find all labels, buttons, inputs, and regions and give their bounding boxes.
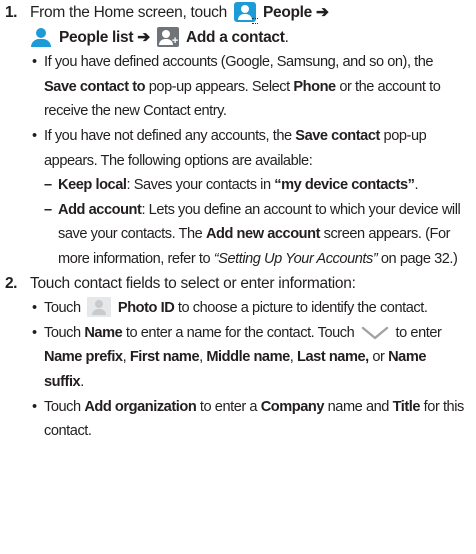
- option-keep-local: – Keep local: Saves your contacts in “my…: [44, 177, 419, 194]
- step-number: 2.: [5, 274, 18, 292]
- step-2-instruction: Touch contact fields to select or enter …: [30, 274, 356, 292]
- step-2: 2. Touch contact fields to select or ent…: [0, 272, 476, 444]
- step-1-instruction: From the Home screen, touch People ➔ Peo…: [30, 2, 329, 47]
- list-item: Touch Photo ID to choose a picture to id…: [30, 296, 472, 321]
- cross-reference: “Setting Up Your Accounts”: [213, 250, 378, 267]
- people-list-icon: [30, 27, 52, 47]
- list-item: Touch Name to enter a name for the conta…: [30, 321, 472, 395]
- add-contact-icon: +: [156, 26, 179, 47]
- arrow-right-icon: ➔: [316, 4, 329, 21]
- manual-page: 1. From the Home screen, touch People ➔ …: [0, 0, 476, 554]
- list-item: Touch Add organization to enter a Compan…: [30, 395, 472, 444]
- step-number: 1.: [5, 4, 18, 21]
- step-1-bullets: If you have defined accounts (Google, Sa…: [30, 50, 472, 173]
- chevron-down-icon: [361, 326, 389, 339]
- option-add-account: – Add account: Lets you define an accoun…: [44, 201, 461, 267]
- list-item: If you have defined accounts (Google, Sa…: [30, 50, 472, 124]
- step-1: 1. From the Home screen, touch People ➔ …: [0, 1, 476, 272]
- people-app-icon: [233, 2, 258, 24]
- arrow-right-icon: ➔: [137, 28, 150, 46]
- step-2-bullets: Touch Photo ID to choose a picture to id…: [30, 296, 472, 444]
- list-item: If you have not defined any accounts, th…: [30, 124, 472, 173]
- photo-id-icon: [87, 297, 112, 318]
